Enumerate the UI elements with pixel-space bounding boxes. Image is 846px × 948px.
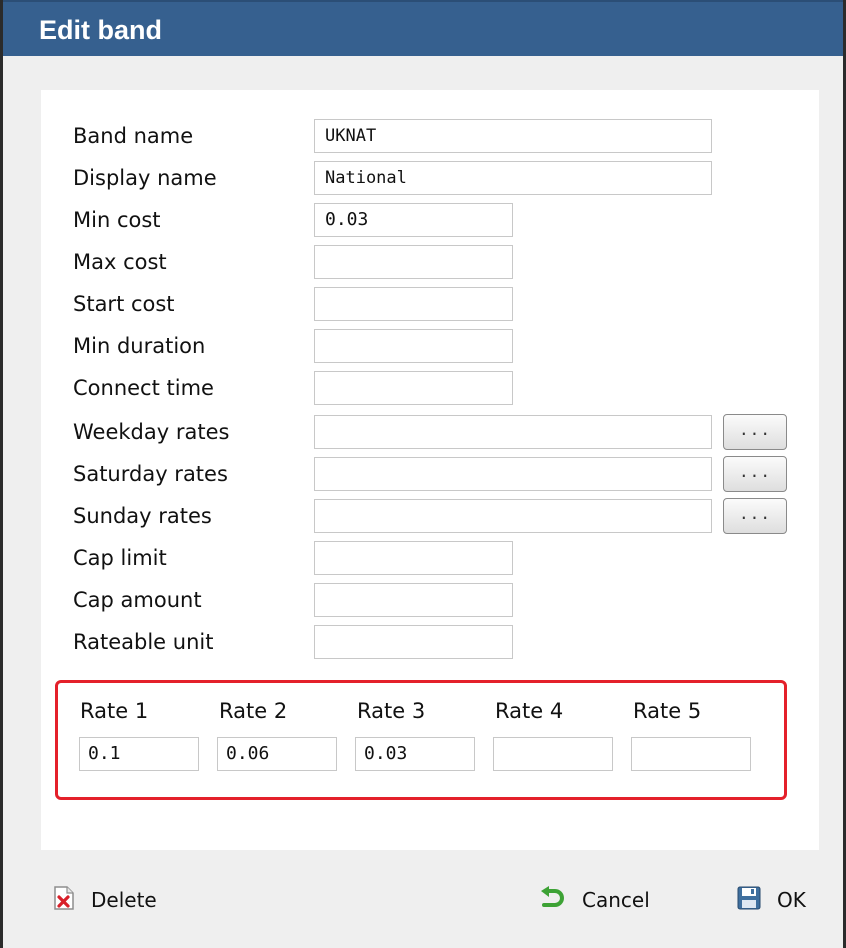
rate-2-input[interactable]: 0.06 xyxy=(217,737,337,771)
dialog-title: Edit band xyxy=(3,0,843,56)
start-cost-row: Start cost xyxy=(41,287,819,321)
rateable-unit-label: Rateable unit xyxy=(73,630,214,654)
rateable-unit-row: Rateable unit xyxy=(41,625,819,659)
max-cost-label: Max cost xyxy=(73,250,167,274)
weekday-rates-row: Weekday rates ... xyxy=(41,414,819,450)
start-cost-input[interactable] xyxy=(314,287,513,321)
ok-button[interactable]: OK xyxy=(737,880,806,920)
cap-amount-input[interactable] xyxy=(314,583,513,617)
rateable-unit-input[interactable] xyxy=(314,625,513,659)
display-name-row: Display name National xyxy=(41,161,819,195)
display-name-label: Display name xyxy=(73,166,217,190)
saturday-rates-row: Saturday rates ... xyxy=(41,456,819,492)
weekday-rates-label: Weekday rates xyxy=(73,420,230,444)
rate-5-label: Rate 5 xyxy=(633,699,702,723)
rate-3-label: Rate 3 xyxy=(357,699,426,723)
band-name-label: Band name xyxy=(73,124,194,148)
max-cost-input[interactable] xyxy=(314,245,513,279)
min-cost-label: Min cost xyxy=(73,208,161,232)
delete-icon xyxy=(53,885,75,915)
saturday-rates-input[interactable] xyxy=(314,457,712,491)
edit-band-dialog: Edit band Band name UKNAT Display name N… xyxy=(0,0,846,948)
min-duration-label: Min duration xyxy=(73,334,206,358)
cancel-label: Cancel xyxy=(582,888,650,912)
connect-time-row: Connect time xyxy=(41,371,819,405)
rate-1-label: Rate 1 xyxy=(80,699,149,723)
saturday-rates-label: Saturday rates xyxy=(73,462,228,486)
ok-label: OK xyxy=(777,888,806,912)
max-cost-row: Max cost xyxy=(41,245,819,279)
min-cost-row: Min cost 0.03 xyxy=(41,203,819,237)
rate-4-label: Rate 4 xyxy=(495,699,564,723)
start-cost-label: Start cost xyxy=(73,292,175,316)
sunday-rates-input[interactable] xyxy=(314,499,712,533)
cap-limit-input[interactable] xyxy=(314,541,513,575)
delete-button[interactable]: Delete xyxy=(53,880,157,920)
min-duration-row: Min duration xyxy=(41,329,819,363)
weekday-rates-browse-button[interactable]: ... xyxy=(723,414,787,450)
rate-5-input[interactable] xyxy=(631,737,751,771)
saturday-rates-browse-button[interactable]: ... xyxy=(723,456,787,492)
min-cost-input[interactable]: 0.03 xyxy=(314,203,513,237)
connect-time-label: Connect time xyxy=(73,376,214,400)
rates-group: Rate 1 Rate 2 Rate 3 Rate 4 Rate 5 0.1 0… xyxy=(55,680,787,800)
rate-2-label: Rate 2 xyxy=(219,699,288,723)
cap-limit-label: Cap limit xyxy=(73,546,167,570)
form-panel: Band name UKNAT Display name National Mi… xyxy=(41,90,819,850)
weekday-rates-input[interactable] xyxy=(314,415,712,449)
cancel-button[interactable]: Cancel xyxy=(538,880,650,920)
display-name-input[interactable]: National xyxy=(314,161,712,195)
undo-arrow-icon xyxy=(538,885,566,915)
cap-limit-row: Cap limit xyxy=(41,541,819,575)
sunday-rates-browse-button[interactable]: ... xyxy=(723,498,787,534)
sunday-rates-row: Sunday rates ... xyxy=(41,498,819,534)
rate-4-input[interactable] xyxy=(493,737,613,771)
sunday-rates-label: Sunday rates xyxy=(73,504,212,528)
connect-time-input[interactable] xyxy=(314,371,513,405)
cap-amount-row: Cap amount xyxy=(41,583,819,617)
rate-1-input[interactable]: 0.1 xyxy=(79,737,199,771)
band-name-input[interactable]: UKNAT xyxy=(314,119,712,153)
floppy-disk-icon xyxy=(737,886,761,915)
band-name-row: Band name UKNAT xyxy=(41,119,819,153)
min-duration-input[interactable] xyxy=(314,329,513,363)
cap-amount-label: Cap amount xyxy=(73,588,202,612)
delete-label: Delete xyxy=(91,888,157,912)
rate-3-input[interactable]: 0.03 xyxy=(355,737,475,771)
